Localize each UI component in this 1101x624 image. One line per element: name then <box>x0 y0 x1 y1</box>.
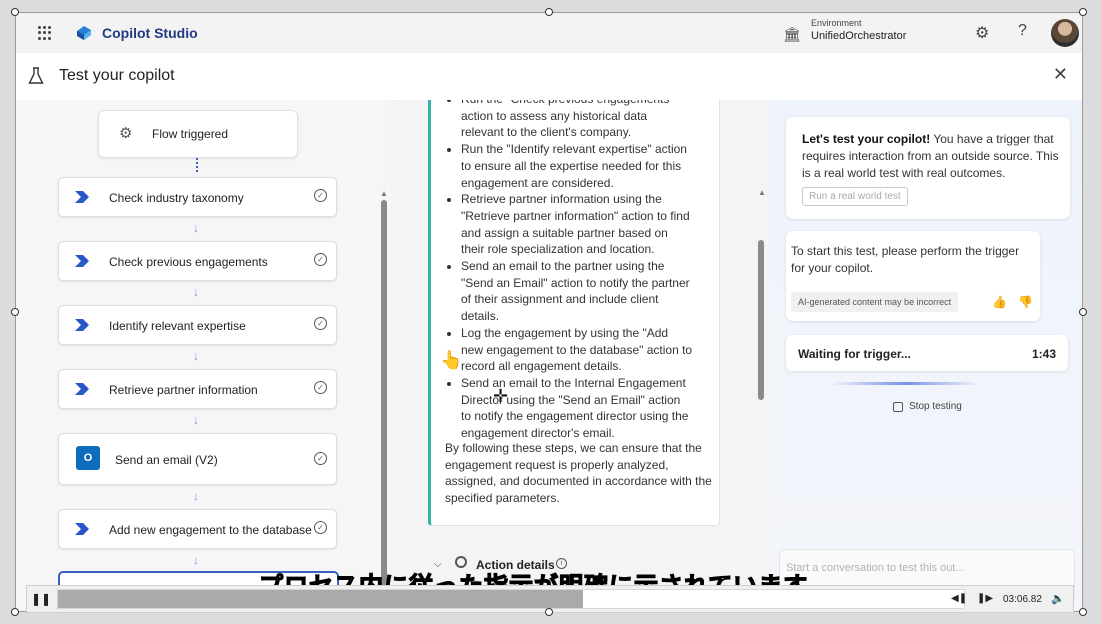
close-icon[interactable]: ✕ <box>1053 64 1068 85</box>
help-icon[interactable]: ? <box>1018 22 1027 40</box>
seek-bar-progress <box>58 590 584 608</box>
thumbs-down-icon[interactable]: 👎 <box>1018 295 1033 309</box>
flow-step[interactable]: Identify relevant expertise ✓ <box>58 305 337 345</box>
chevron-brand-icon <box>75 191 89 203</box>
list-item: Retrieve partner information using the "… <box>461 191 693 258</box>
resize-handle[interactable] <box>1079 608 1087 616</box>
resize-handle[interactable] <box>11 608 19 616</box>
flow-step-label: Add new engagement to the database <box>109 523 312 537</box>
stop-icon[interactable] <box>893 402 903 412</box>
arrow-down-icon: ↓ <box>193 489 199 503</box>
intro-card: Let's test your copilot! You have a trig… <box>786 117 1070 219</box>
chevron-brand-icon <box>75 319 89 331</box>
check-icon: ✓ <box>314 253 327 266</box>
arrow-down-icon: ↓ <box>193 413 199 427</box>
progress-indicator <box>830 382 980 385</box>
check-icon: ✓ <box>314 317 327 330</box>
panel-title: Test your copilot <box>59 67 175 84</box>
outlook-icon: O <box>76 446 100 470</box>
stop-testing-button[interactable]: Stop testing <box>909 401 962 412</box>
flow-step-label: Send an email (V2) <box>115 453 218 467</box>
flow-step[interactable]: Check previous engagements ✓ <box>58 241 337 281</box>
volume-icon[interactable]: 🔈 <box>1051 592 1065 605</box>
pause-icon[interactable]: ❚❚ <box>31 592 51 606</box>
check-icon: ✓ <box>314 452 327 465</box>
scroll-up-icon[interactable]: ▲ <box>380 189 388 198</box>
mouse-cursor-icon: 👆 <box>440 350 463 370</box>
waiting-text: Waiting for trigger... <box>798 347 911 361</box>
move-cursor-icon: ✛ <box>493 386 509 406</box>
check-icon: ✓ <box>314 521 327 534</box>
app-launcher-icon[interactable] <box>38 26 52 40</box>
flow-trigger-node[interactable]: ⚙ Flow triggered <box>98 110 298 158</box>
flow-diagram: ⚙ Flow triggered Check industry taxonomy… <box>16 100 391 611</box>
intro-heading: Let's test your copilot! <box>802 132 931 146</box>
arrow-down-icon: ↓ <box>193 221 199 235</box>
check-icon: ✓ <box>314 189 327 202</box>
list-item: Run the "Check previous engagements" act… <box>461 100 693 141</box>
flow-step[interactable]: Add new engagement to the database ✓ <box>58 509 337 549</box>
instruction-card: To start this test, please perform the t… <box>786 231 1040 321</box>
check-icon: ✓ <box>314 381 327 394</box>
flow-step[interactable]: O Send an email (V2) ✓ <box>58 433 337 485</box>
video-timecode: 03:06.82 <box>1003 594 1042 605</box>
connector-dotted <box>196 158 200 172</box>
flask-icon <box>28 67 44 84</box>
steps-list: Run the "Check previous engagements" act… <box>431 100 719 442</box>
waiting-card: Waiting for trigger... 1:43 <box>786 335 1068 371</box>
flow-step-label: Retrieve partner information <box>109 383 258 397</box>
seek-bar[interactable] <box>57 589 965 609</box>
ai-disclaimer: AI-generated content may be incorrect <box>791 292 959 312</box>
message-conclusion: By following these steps, we can ensure … <box>445 441 712 506</box>
resize-handle[interactable] <box>11 8 19 16</box>
resize-handle[interactable] <box>1079 8 1087 16</box>
agent-message: Run the "Check previous engagements" act… <box>428 100 720 526</box>
arrow-down-icon: ↓ <box>193 285 199 299</box>
chevron-brand-icon <box>75 523 89 535</box>
arrow-down-icon: ↓ <box>193 553 199 567</box>
trigger-icon: ⚙ <box>119 125 133 142</box>
app-title[interactable]: Copilot Studio <box>102 25 198 41</box>
instruction-text: To start this test, please perform the t… <box>791 244 1020 275</box>
run-real-world-test-button[interactable]: Run a real world test <box>802 187 908 206</box>
chevron-brand-icon <box>75 255 89 267</box>
flow-trigger-label: Flow triggered <box>152 127 229 141</box>
flow-step[interactable]: Retrieve partner information ✓ <box>58 369 337 409</box>
intro-text: Let's test your copilot! You have a trig… <box>802 131 1060 182</box>
chat-input-placeholder: Start a conversation to test this out... <box>786 562 965 574</box>
list-item: Run the "Identify relevant expertise" ac… <box>461 141 693 191</box>
resize-handle[interactable] <box>11 308 19 316</box>
resize-handle[interactable] <box>1079 308 1087 316</box>
copilot-studio-logo-icon <box>77 26 91 40</box>
list-item: Send an email to the partner using the "… <box>461 258 693 325</box>
resize-handle[interactable] <box>545 608 553 616</box>
arrow-down-icon: ↓ <box>193 349 199 363</box>
previous-frame-icon[interactable]: ◀❚ <box>951 593 967 604</box>
list-item: Send an email to the Internal Engagement… <box>461 375 693 442</box>
message-scrollbar[interactable] <box>758 240 764 400</box>
test-panel-header: Test your copilot ✕ <box>16 53 1082 101</box>
environment-name[interactable]: UnifiedOrchestrator <box>811 30 906 42</box>
avatar[interactable] <box>1051 19 1079 47</box>
scroll-up-icon[interactable]: ▲ <box>758 188 766 197</box>
environment-label: Environment <box>811 18 862 28</box>
video-subtitle: プロセス内に従った指示が明確に示されています <box>259 566 808 586</box>
environment-icon[interactable]: 🏛 <box>783 26 801 43</box>
chat-pane: Let's test your copilot! You have a trig… <box>770 100 1082 611</box>
flow-step-label: Check previous engagements <box>109 255 268 269</box>
app-window: Copilot Studio 🏛 Environment UnifiedOrch… <box>15 12 1083 612</box>
gear-icon[interactable]: ⚙ <box>975 23 989 43</box>
resize-handle[interactable] <box>545 8 553 16</box>
chevron-brand-icon <box>75 383 89 395</box>
thumbs-up-icon[interactable]: 👍 <box>992 295 1007 309</box>
waiting-timer: 1:43 <box>1031 347 1056 361</box>
flow-step-label: Identify relevant expertise <box>109 319 246 333</box>
flow-step-label: Check industry taxonomy <box>109 191 244 205</box>
flow-scrollbar[interactable] <box>381 200 387 611</box>
flow-step[interactable]: Check industry taxonomy ✓ <box>58 177 337 217</box>
list-item: Log the engagement by using the "Add new… <box>461 325 693 375</box>
top-bar: Copilot Studio 🏛 Environment UnifiedOrch… <box>16 13 1082 53</box>
next-frame-icon[interactable]: ❚▶ <box>977 593 993 604</box>
